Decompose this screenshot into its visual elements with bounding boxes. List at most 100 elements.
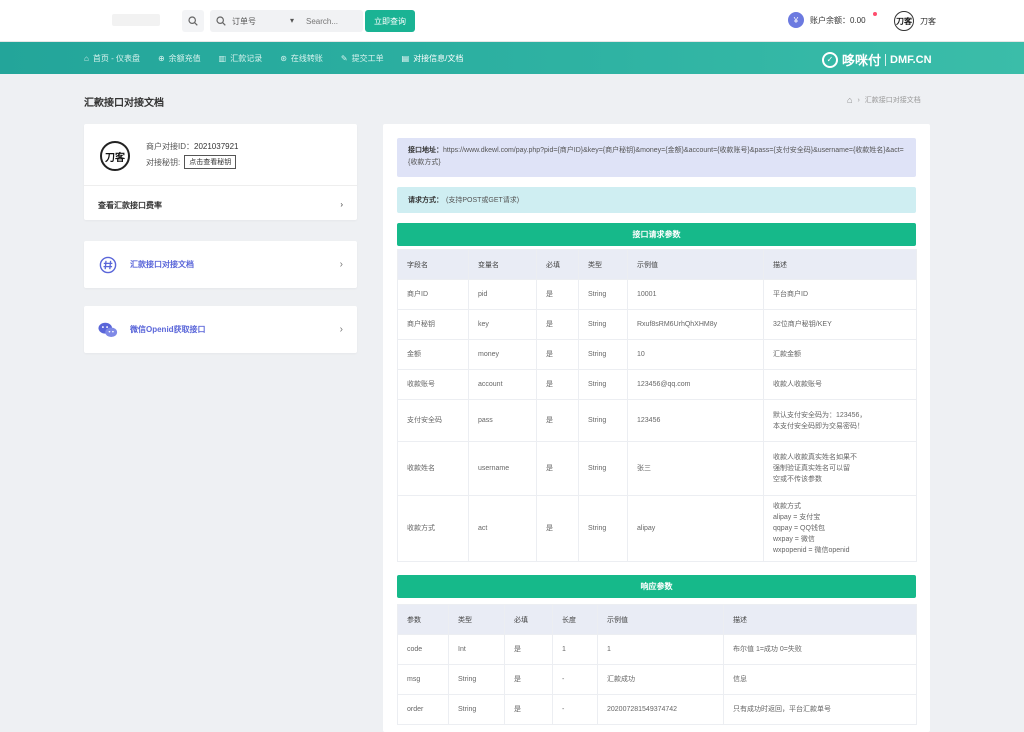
link-card-wechat-openid[interactable]: 微信Openid获取接口 › [84,306,357,353]
response-params-header: 响应参数 [397,575,916,598]
table-row: 收款姓名 username 是 String 张三 收款人收款真实姓名如果不 强制验证真实… [397,441,917,496]
avatar: 刀客 [894,11,914,31]
chevron-right-icon: › [339,259,343,270]
column-header: 描述 [763,249,917,280]
table-row: 商户ID pid 是 String 10001 平台商户ID [397,279,917,310]
nav-label: 对接信息/文档 [413,53,464,63]
table-cell: 32位商户秘钥/KEY [763,309,917,340]
table-cell: 是 [536,399,579,442]
column-header: 变量名 [468,249,537,280]
table-cell: Rxuf8sRM6UrhQhXHM8y [627,309,764,340]
username: 刀客 [920,16,936,26]
nav-label: 在线转账 [290,53,323,63]
rate-link[interactable]: 查看汇款接口费率 › [98,200,343,211]
column-header: 字段名 [397,249,469,280]
table-cell: 是 [536,441,579,496]
caret-down-icon: ▾ [289,15,294,25]
table-cell: String [578,495,628,562]
table-cell: 是 [536,495,579,562]
table-cell: money [468,339,537,370]
balance-label: 账户余额： [810,15,850,25]
nav-item-ticket[interactable]: ✎ 提交工单 [341,53,384,64]
table-cell: 张三 [627,441,764,496]
table-cell: 金额 [397,339,469,370]
hash-icon [98,255,118,275]
nav-item-recharge[interactable]: ⊕ 余额充值 [158,53,201,64]
request-method-alert: 请求方式： (支持POST或GET请求) [397,187,916,213]
table-cell: String [578,309,628,340]
home-icon: ⌂ [84,53,89,63]
table-row: 收款账号 account 是 String 123456@qq.com 收款人收款账号 [397,369,917,400]
method-value: (支持POST或GET请求) [446,197,520,204]
table-cell: Int [448,634,505,665]
link-card-remit-docs[interactable]: 汇款接口对接文档 › [84,241,357,288]
main-nav: ⌂ 首页 - 仪表盘 ⊕ 余额充值 ▥ 汇款记录 ⊛ 在线转账 ✎ 提交工单 ▤ 对接信息/… [0,42,1024,74]
merchant-card: 刀客 商户对接ID：2021037921 对接秘钥: 点击查看秘钥 查看汇款接口… [84,124,357,220]
notification-dot [873,12,877,16]
chevron-right-icon: › [339,324,343,335]
nav-item-docs[interactable]: ▤ 对接信息/文档 [402,53,464,64]
method-label: 请求方式： [408,197,443,204]
top-bar: 订单号 ▾ 立即查询 ¥ 账户余额： 0.00 刀客 刀客 [0,0,1024,42]
api-url-label: 接口地址： [408,147,443,154]
balance-value: 0.00 [850,15,866,25]
merchant-id-label: 商户对接ID： [146,142,194,151]
yen-icon: ¥ [788,12,804,28]
table-cell: 汇款成功 [597,664,724,695]
table-cell: String [578,399,628,442]
query-button[interactable]: 立即查询 [365,10,415,32]
table-row: order String 是 -202007281549374742 只有成功时返回，平… [397,694,917,725]
wechat-icon [98,320,118,340]
table-cell: String [448,694,505,725]
table-cell: 支付安全码 [397,399,469,442]
nav-item-records[interactable]: ▥ 汇款记录 [219,53,263,64]
column-header: 类型 [448,604,505,635]
show-secret-button[interactable]: 点击查看秘钥 [184,155,237,169]
table-cell: 收款人收款真实姓名如果不 强制验证真实姓名可以留 空或不传该参数 [763,441,917,496]
home-icon[interactable]: ⌂ [847,95,852,105]
search-toggle-button[interactable] [182,10,204,32]
table-cell: order [397,694,449,725]
edit-icon: ✎ [340,53,348,63]
request-params-header: 接口请求参数 [397,223,916,246]
divider [885,53,887,66]
table-cell: 是 [536,309,579,340]
brand-logo: ✓ 哆咪付 DMF.CN [822,50,932,69]
table-cell: 商户ID [397,279,469,310]
api-doc-panel: 接口地址：https://www.dkewl.com/pay.php?pid={… [383,124,930,732]
column-header: 必填 [504,604,553,635]
table-cell: account [468,369,537,400]
column-header: 参数 [397,604,449,635]
table-cell: act [468,495,537,562]
nav-item-transfer[interactable]: ⊛ 在线转账 [280,53,323,64]
table-header-row: 字段名 变量名 必填 类型 示例值 描述 [397,249,917,280]
table-cell: 是 [536,339,579,370]
table-cell: String [578,441,628,496]
column-header: 长度 [552,604,598,635]
table-cell: 只有成功时返回，平台汇款单号 [723,694,917,725]
column-header: 示例值 [627,249,764,280]
search-icon [188,16,198,26]
table-cell: msg [397,664,449,695]
table-cell: 123456@qq.com [627,369,764,400]
chevron-right-icon: › [340,200,343,209]
table-cell: 123456 [627,399,764,442]
table-row: 收款方式 act 是 String alipay 收款方式 alipay = 支付宝 qq… [397,495,917,562]
breadcrumb-separator: › [857,96,860,104]
table-cell: 收款账号 [397,369,469,400]
user-menu[interactable]: 刀客 刀客 [894,11,936,31]
table-cell: 汇款金额 [763,339,917,370]
search-input[interactable] [306,16,362,26]
nav-item-dashboard[interactable]: ⌂ 首页 - 仪表盘 [84,53,140,64]
search-type-select[interactable]: 订单号 ▾ [232,16,306,27]
table-cell: 收款方式 [397,495,469,562]
nav-label: 提交工单 [351,53,384,63]
column-header: 示例值 [597,604,724,635]
rate-link-label: 查看汇款接口费率 [98,201,162,210]
link-label: 微信Openid获取接口 [130,325,206,334]
api-url-alert: 接口地址：https://www.dkewl.com/pay.php?pid={… [397,138,916,177]
table-cell: pid [468,279,537,310]
table-cell: 是 [536,279,579,310]
column-header: 描述 [723,604,917,635]
merchant-id: 商户对接ID：2021037921 [146,141,239,152]
